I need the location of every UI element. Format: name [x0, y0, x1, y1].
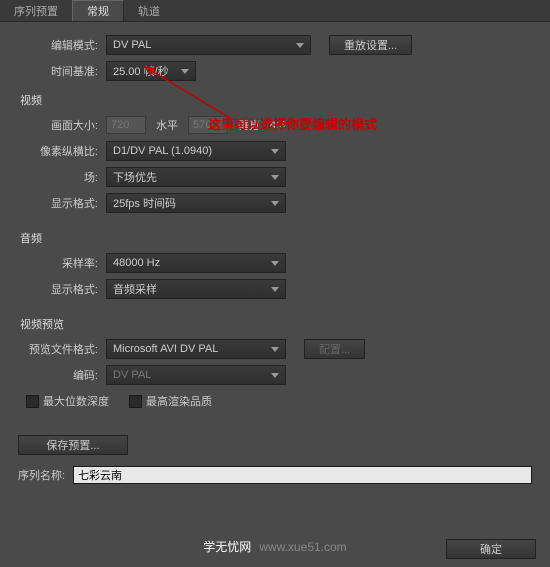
par-label: 像素纵横比: — [18, 143, 106, 159]
edit-mode-label: 编辑模式: — [18, 37, 106, 53]
reset-settings-button[interactable]: 重放设置... — [329, 35, 412, 55]
field-dropdown[interactable]: 下场优先 — [106, 167, 286, 187]
max-render-label: 最高渲染品质 — [146, 393, 212, 409]
display-format-dropdown[interactable]: 25fps 时间码 — [106, 193, 286, 213]
main-panel: 编辑模式: DV PAL 重放设置... 时间基准: 25.00 帧/秒 视频 … — [0, 22, 550, 458]
tab-track[interactable]: 轨道 — [124, 0, 174, 21]
tab-preset[interactable]: 序列预置 — [0, 0, 72, 21]
save-preset-button[interactable]: 保存预置... — [18, 435, 128, 455]
video-preview-section-title: 视频预览 — [20, 316, 532, 332]
frame-width-input: 720 — [106, 116, 146, 134]
max-render-checkbox[interactable] — [129, 395, 142, 408]
ok-button[interactable]: 确定 — [446, 539, 536, 559]
sequence-name-label: 序列名称: — [18, 467, 73, 483]
audio-display-label: 显示格式: — [18, 281, 106, 297]
horizontal-label: 水平 — [146, 117, 188, 133]
tabs-bar: 序列预置 常规 轨道 — [0, 0, 550, 22]
video-section-title: 视频 — [20, 92, 532, 108]
timebase-label: 时间基准: — [18, 63, 106, 79]
timebase-dropdown[interactable]: 25.00 帧/秒 — [106, 61, 196, 81]
audio-section-title: 音频 — [20, 230, 532, 246]
sample-rate-label: 采样率: — [18, 255, 106, 271]
par-dropdown[interactable]: D1/DV PAL (1.0940) — [106, 141, 286, 161]
encode-label: 编码: — [18, 367, 106, 383]
max-bit-depth-label: 最大位数深度 — [43, 393, 109, 409]
preview-format-label: 预览文件格式: — [18, 341, 106, 357]
sequence-name-input[interactable]: 七彩云南 — [73, 466, 532, 484]
preview-format-dropdown[interactable]: Microsoft AVI DV PAL — [106, 339, 286, 359]
max-bit-depth-checkbox[interactable] — [26, 395, 39, 408]
annotation-text: 这里可以选择你要编辑的模式 — [208, 114, 377, 133]
frame-size-label: 画面大小: — [18, 117, 106, 133]
sample-rate-dropdown[interactable]: 48000 Hz — [106, 253, 286, 273]
tab-general[interactable]: 常规 — [72, 0, 124, 21]
edit-mode-dropdown[interactable]: DV PAL — [106, 35, 311, 55]
encode-dropdown: DV PAL — [106, 365, 286, 385]
display-format-label: 显示格式: — [18, 195, 106, 211]
config-button: 配置... — [304, 339, 365, 359]
audio-display-dropdown[interactable]: 音频采样 — [106, 279, 286, 299]
field-label: 场: — [18, 169, 106, 185]
